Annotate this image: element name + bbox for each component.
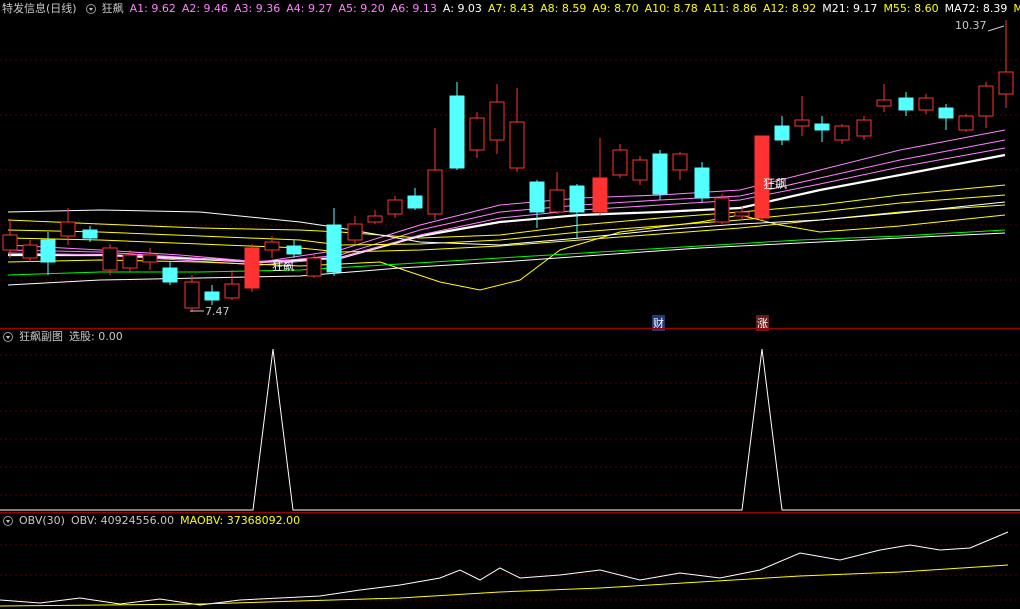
high-arrow	[987, 25, 1005, 32]
candle-body	[834, 125, 850, 141]
obv-dropdown-icon[interactable]	[3, 516, 13, 526]
candle-body	[652, 153, 668, 195]
candle-body	[998, 71, 1014, 95]
low-price-label: 7.47	[205, 305, 230, 318]
candle-body	[142, 254, 158, 263]
candle-body	[184, 281, 200, 309]
candle-body	[774, 125, 790, 141]
candle-body	[22, 244, 38, 259]
candle-body	[549, 189, 565, 213]
candle-body	[469, 117, 485, 151]
candle-body	[794, 119, 810, 127]
candle-body	[407, 195, 423, 209]
candle-body	[387, 199, 403, 215]
high-price-label: 10.37	[955, 19, 987, 32]
candle-body	[672, 153, 688, 171]
candle-body	[876, 99, 892, 107]
candle-body	[427, 169, 443, 215]
sub-pane-header: 狂飙副图 选股: 0.00	[0, 329, 129, 345]
candle-body	[958, 115, 974, 131]
candle-body	[489, 101, 505, 141]
sub-indicator-dropdown-icon[interactable]	[3, 332, 13, 342]
candle-body	[694, 167, 710, 199]
sub-indicator-title[interactable]: 狂飙副图	[19, 329, 63, 345]
ma-line-3	[7, 147, 1006, 266]
ma-line-9	[7, 229, 1006, 276]
candle-body	[122, 254, 138, 269]
pane-separator-1[interactable]	[0, 328, 1020, 329]
candle-body	[509, 121, 525, 169]
candle-body	[162, 267, 178, 283]
candle-body	[326, 224, 342, 273]
candle-body	[856, 119, 872, 137]
candle-body	[714, 197, 730, 223]
candle-body	[264, 241, 280, 251]
candle-body	[898, 97, 914, 111]
candle-body	[224, 283, 240, 299]
candle-body	[978, 85, 994, 117]
candle-body	[612, 149, 628, 176]
maobv-value: MAOBV: 37368092.00	[180, 514, 301, 527]
candle-body	[204, 291, 220, 301]
candle-body	[918, 97, 934, 111]
obv-line	[0, 531, 1009, 606]
candle-body	[367, 215, 383, 223]
candle-body	[306, 257, 322, 277]
kuangbiao-marker-2: 狂飙	[763, 177, 788, 191]
xuangu-signal-line	[0, 348, 1020, 511]
kuangbiao-marker-1: 狂飙	[272, 260, 294, 273]
candle-body	[102, 247, 118, 271]
candle-body	[449, 95, 465, 169]
sub-indicator-value: 选股: 0.00	[69, 330, 123, 343]
candle-body	[938, 107, 954, 119]
candle-body	[60, 221, 76, 237]
candle-body	[347, 223, 363, 241]
obv-title[interactable]: OBV(30)	[19, 513, 65, 529]
candle-body	[2, 234, 18, 251]
ma-line-6	[7, 204, 1006, 253]
obv-pane-header: OBV(30) OBV: 40924556.00 MAOBV: 37368092…	[0, 513, 306, 529]
candle-body	[814, 123, 830, 131]
candle-body	[244, 247, 260, 289]
candle-body	[40, 239, 56, 263]
candle-body	[632, 159, 648, 181]
candle-body	[569, 185, 585, 213]
candle-body	[82, 229, 98, 239]
candle-body	[529, 181, 545, 213]
candle-body	[592, 177, 608, 213]
candle-body	[286, 245, 302, 255]
obv-value: OBV: 40924556.00	[70, 514, 175, 527]
candle-body	[734, 211, 750, 217]
